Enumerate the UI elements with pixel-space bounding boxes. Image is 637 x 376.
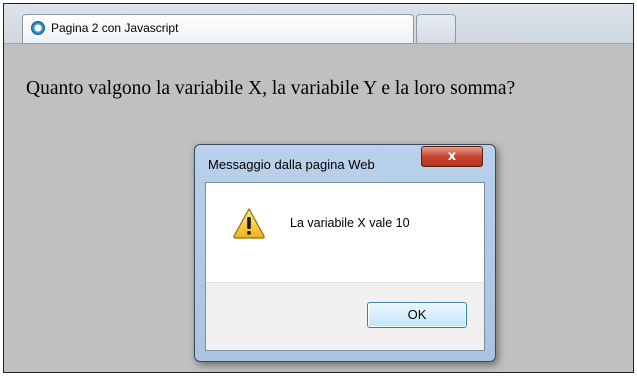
close-icon: x xyxy=(447,149,457,164)
tab-title: Pagina 2 con Javascript xyxy=(51,21,179,35)
warning-icon xyxy=(233,208,265,239)
tab-strip: Pagina 2 con Javascript xyxy=(4,4,633,44)
browser-window: Pagina 2 con Javascript Quanto valgono l… xyxy=(3,3,634,373)
alert-dialog: Messaggio dalla pagina Web x La variabil… xyxy=(194,144,496,362)
dialog-title: Messaggio dalla pagina Web xyxy=(208,157,375,172)
tab-pagina-2[interactable]: Pagina 2 con Javascript xyxy=(22,14,414,43)
dialog-body: La variabile X vale 10 OK xyxy=(205,182,485,351)
dialog-footer: OK xyxy=(206,282,484,350)
page-question: Quanto valgono la variabile X, la variab… xyxy=(26,78,516,99)
ie-page-icon xyxy=(31,21,45,35)
dialog-message: La variabile X vale 10 xyxy=(290,216,410,230)
new-tab-button[interactable] xyxy=(416,14,456,43)
close-button[interactable]: x xyxy=(421,146,483,167)
ok-button[interactable]: OK xyxy=(367,302,467,328)
